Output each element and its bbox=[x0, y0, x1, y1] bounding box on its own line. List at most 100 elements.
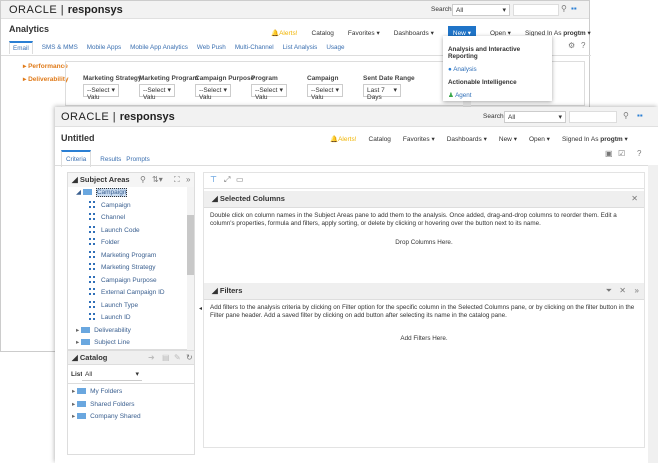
menu-item-analysis[interactable]: ● Analysis bbox=[448, 66, 547, 73]
sort-icon[interactable]: ⇅▾ bbox=[152, 175, 163, 184]
remove-filters-icon[interactable]: ✕ bbox=[619, 286, 626, 295]
tab-sms-mms[interactable]: SMS & MMS bbox=[42, 41, 78, 54]
edit-icon[interactable]: ✎ bbox=[174, 353, 181, 362]
filter-select[interactable]: --Select Valu bbox=[251, 84, 287, 101]
folder-item[interactable]: ▸ Deliverability bbox=[76, 325, 165, 338]
more-icon[interactable]: ▪▪ bbox=[571, 4, 577, 13]
refresh-icon[interactable]: ↻ bbox=[186, 353, 193, 362]
help-icon[interactable]: ? bbox=[581, 41, 585, 50]
search-icon[interactable]: ⚲ bbox=[561, 4, 567, 13]
dashboards-menu[interactable]: Dashboards ▾ bbox=[447, 135, 487, 143]
save-as-icon[interactable]: ☑ bbox=[618, 149, 625, 158]
folder-label: Company Shared bbox=[90, 413, 141, 420]
folder-campaign[interactable]: ◢ Campaign bbox=[76, 187, 165, 200]
favorites-menu[interactable]: Favorites ▾ bbox=[348, 29, 380, 37]
folder-item[interactable]: ▸ Subject Line bbox=[76, 337, 165, 350]
filter-select[interactable]: Last 7 Days bbox=[363, 84, 401, 101]
tab-email[interactable]: Email bbox=[9, 41, 33, 54]
save-icon[interactable]: ▣ bbox=[605, 149, 613, 158]
search-input[interactable] bbox=[569, 111, 617, 123]
column-item[interactable]: Launch ID bbox=[76, 312, 165, 325]
help-icon[interactable]: ? bbox=[637, 149, 641, 158]
column-icon bbox=[89, 263, 95, 270]
drop-columns-zone[interactable]: Drop Columns Here. bbox=[204, 239, 644, 247]
column-item[interactable]: Launch Type bbox=[76, 300, 165, 313]
filter-select[interactable]: --Select Valu bbox=[195, 84, 231, 101]
open-menu[interactable]: Open ▾ bbox=[529, 135, 550, 143]
user-menu[interactable]: Signed In As progtm ▾ bbox=[562, 135, 628, 143]
column-item[interactable]: Marketing Strategy bbox=[76, 262, 165, 275]
menu-item-agent-label: Agent bbox=[455, 92, 472, 99]
logo-product: responsys bbox=[119, 111, 175, 123]
alerts-link[interactable]: 🔔Alerts! bbox=[271, 29, 298, 37]
add-icon[interactable]: ➜ bbox=[148, 353, 155, 362]
tab-multi-channel[interactable]: Multi-Channel bbox=[235, 41, 274, 54]
copy-icon[interactable]: ▤ bbox=[162, 353, 170, 362]
search-icon[interactable]: ⚲ bbox=[140, 175, 146, 184]
filter-label: Marketing Program bbox=[139, 75, 199, 82]
deliverability-link[interactable]: ▸ Deliverability bbox=[23, 75, 69, 83]
splitter-handle[interactable]: ◂ bbox=[199, 305, 202, 312]
select-icon[interactable]: ⛶ bbox=[174, 175, 180, 185]
column-item[interactable]: Campaign Purpose bbox=[76, 275, 165, 288]
more-icon[interactable]: ▪▪ bbox=[637, 111, 643, 120]
expand-icon: ▸ bbox=[72, 413, 76, 420]
dashboards-label: Dashboards bbox=[446, 136, 482, 143]
catalog-folder[interactable]: ▸ Shared Folders bbox=[72, 399, 141, 412]
collapse-icon[interactable]: » bbox=[186, 175, 190, 184]
dashboards-menu[interactable]: Dashboards ▾ bbox=[394, 29, 434, 37]
expand-icon[interactable]: » bbox=[635, 286, 639, 295]
menu-item-agent[interactable]: ♟ Agent bbox=[448, 92, 547, 99]
remove-all-columns-icon[interactable]: ✕ bbox=[631, 194, 638, 203]
column-label: Campaign Purpose bbox=[101, 276, 157, 284]
edit-formula-icon[interactable]: ⤢ bbox=[224, 175, 230, 185]
filter-select[interactable]: --Select Valu bbox=[139, 84, 175, 101]
tab-usage[interactable]: Usage bbox=[326, 41, 344, 54]
drop-filters-zone[interactable]: Add Filters Here. bbox=[204, 335, 644, 343]
show-selected-columns-icon[interactable]: ⊤ bbox=[210, 175, 217, 184]
catalog-folder[interactable]: ▸ Company Shared bbox=[72, 411, 141, 424]
column-icon bbox=[89, 250, 95, 258]
search-scope-select[interactable]: All bbox=[504, 111, 566, 123]
favorites-menu[interactable]: Favorites ▾ bbox=[403, 135, 435, 143]
username: progtm bbox=[600, 136, 623, 143]
tab-list-analysis[interactable]: List Analysis bbox=[283, 41, 318, 54]
column-item[interactable]: Launch Code bbox=[76, 225, 165, 238]
performance-link[interactable]: ▸ Performance bbox=[23, 62, 68, 70]
add-filter-icon[interactable]: ⏷ bbox=[606, 286, 612, 296]
catalog-link[interactable]: Catalog bbox=[312, 30, 334, 37]
subject-areas-title: Subject Areas bbox=[79, 175, 130, 184]
gear-icon[interactable]: ⚙ bbox=[568, 41, 575, 50]
column-item[interactable]: Marketing Program bbox=[76, 250, 165, 263]
page-title: Untitled bbox=[61, 133, 95, 143]
expand-icon: ▸ bbox=[72, 388, 76, 395]
filter-label: Marketing Strategy bbox=[83, 75, 142, 82]
criteria-area: ⊤ ⤢ ▭ ◢ Selected Columns ✕ Double click … bbox=[203, 172, 645, 448]
tab-mobile-apps[interactable]: Mobile Apps bbox=[87, 41, 121, 54]
catalog-link[interactable]: Catalog bbox=[369, 136, 391, 143]
tab-mobile-app-analytics[interactable]: Mobile App Analytics bbox=[130, 41, 188, 54]
folder-icon bbox=[82, 189, 92, 195]
catalog-folder[interactable]: ▸ My Folders bbox=[72, 386, 141, 399]
folder-label: Subject Line bbox=[94, 339, 130, 346]
menu-section-analysis: Analysis and Interactive Reporting bbox=[448, 46, 521, 60]
column-item[interactable]: External Campaign ID bbox=[76, 287, 165, 300]
filter-select[interactable]: --Select Valu bbox=[307, 84, 343, 101]
column-item[interactable]: Channel bbox=[76, 212, 165, 225]
alerts-link[interactable]: 🔔Alerts! bbox=[330, 135, 357, 143]
combine-icon[interactable]: ▭ bbox=[236, 175, 244, 184]
search-input[interactable] bbox=[513, 4, 559, 16]
catalog-list-select[interactable]: All bbox=[82, 369, 142, 381]
window-scrollbar[interactable] bbox=[648, 165, 658, 463]
column-item[interactable]: Folder bbox=[76, 237, 165, 250]
column-item[interactable]: Campaign bbox=[76, 200, 165, 213]
search-scope-select[interactable]: All bbox=[452, 4, 510, 16]
search-icon[interactable]: ⚲ bbox=[623, 111, 629, 120]
new-menu[interactable]: New ▾ bbox=[499, 135, 517, 143]
folder-icon bbox=[81, 339, 91, 345]
folder-label: My Folders bbox=[90, 388, 123, 395]
tree-scrollbar[interactable] bbox=[187, 187, 194, 350]
filter-select[interactable]: --Select Valu bbox=[83, 84, 119, 101]
tab-web-push[interactable]: Web Push bbox=[197, 41, 226, 54]
list-label: List bbox=[71, 371, 83, 378]
